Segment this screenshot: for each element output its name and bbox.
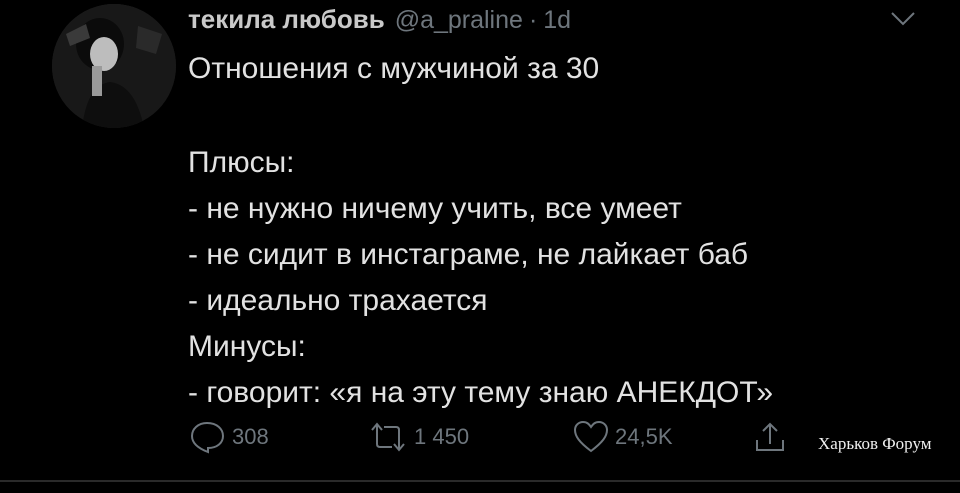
tweet-time[interactable]: 1d (543, 6, 571, 35)
tweet-text-line: Плюсы: (188, 146, 295, 179)
share-icon (756, 422, 784, 451)
retweet-count: 1 450 (414, 424, 470, 449)
tweet-text-line: - говорит: «я на эту тему знаю АНЕКДОТ» (188, 376, 774, 409)
tweet-text-line (188, 92, 928, 140)
heart-icon (573, 420, 609, 453)
watermark: Харьков Форум (818, 434, 932, 453)
divider (0, 480, 960, 482)
more-button[interactable] (890, 10, 916, 28)
share-button[interactable] (753, 420, 787, 454)
tweet-actions: 308 1 450 24,5K (188, 420, 928, 460)
reply-icon (190, 421, 225, 454)
retweet-button[interactable]: 1 450 (368, 420, 469, 454)
tweet-text-line: Отношения с мужчиной за 30 (188, 52, 600, 85)
tweet-text-line: - не сидит в инстаграме, не лайкает баб (188, 238, 749, 271)
header-separator: · (528, 6, 538, 34)
retweet-icon (371, 422, 405, 452)
reply-count: 308 (232, 424, 269, 449)
chevron-down-icon (891, 12, 915, 26)
tweet-text: Отношения с мужчиной за 30 Плюсы: - не н… (188, 46, 928, 416)
avatar-image (52, 4, 176, 128)
tweet-text-line: - идеально трахается (188, 284, 488, 317)
tweet-header: текила любовь @a_praline · 1d (188, 4, 571, 36)
tweet-text-line: - не нужно ничему учить, все умеет (188, 192, 682, 225)
display-name[interactable]: текила любовь (188, 4, 385, 35)
tweet-text-line: Минусы: (188, 330, 306, 363)
like-button[interactable]: 24,5K (573, 420, 673, 454)
user-handle[interactable]: @a_praline (395, 6, 523, 35)
like-count: 24,5K (615, 424, 673, 449)
tweet: текила любовь @a_praline · 1d Отношения … (0, 0, 960, 493)
avatar[interactable] (52, 4, 176, 128)
reply-button[interactable]: 308 (188, 420, 269, 454)
